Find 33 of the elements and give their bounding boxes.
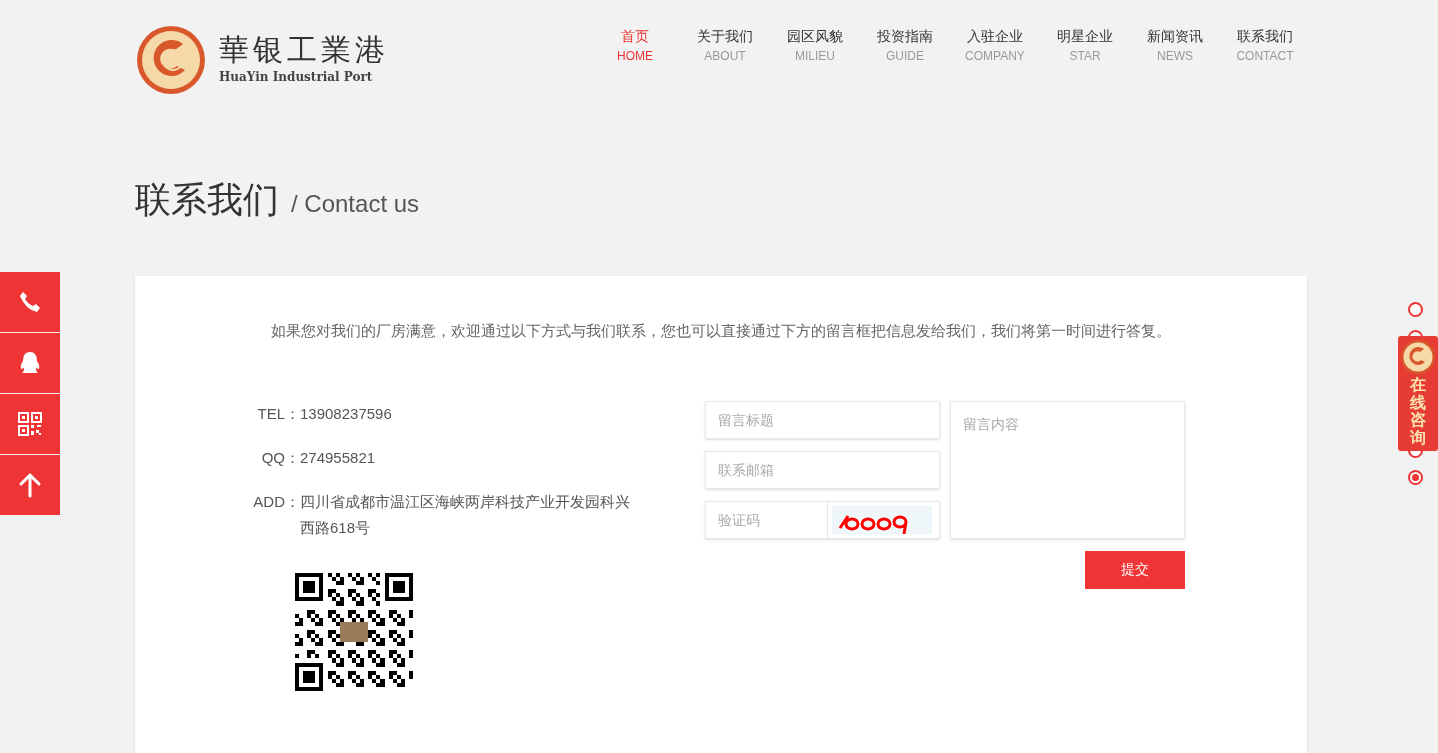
- nav-item[interactable]: 入驻企业 COMPANY: [953, 26, 1037, 66]
- qr-code-icon: [16, 410, 44, 438]
- logo-icon: [135, 24, 207, 96]
- contact-value: 四川省成都市温江区海峡两岸科技产业开发园科兴西路618号: [300, 491, 631, 538]
- side-contact-button[interactable]: [0, 272, 60, 332]
- intro-text: 如果您对我们的厂房满意，欢迎通过以下方式与我们联系，您也可以直接通过下方的留言框把信息发给我们，我们将第一时间进行答复。: [270, 321, 1172, 341]
- captcha-field[interactable]: 验证码: [705, 500, 940, 539]
- nav-item[interactable]: 关于我们 ABOUT: [683, 26, 767, 66]
- side-contact-button[interactable]: [0, 333, 60, 393]
- dragon-logo-icon: [1400, 339, 1436, 375]
- nav-item[interactable]: 新闻资讯 NEWS: [1133, 26, 1217, 66]
- nav-item[interactable]: 联系我们 CONTACT: [1223, 26, 1307, 66]
- back-to-top-button[interactable]: [0, 455, 60, 515]
- submit-button[interactable]: 提交: [1085, 550, 1185, 589]
- logo-subtitle: HuaYin Industrial Port: [219, 69, 374, 86]
- contact-value: 13908237596: [300, 403, 393, 424]
- nav-item[interactable]: 园区风貌 MILIEU: [773, 26, 857, 66]
- nav-item[interactable]: 明星企业 STAR: [1043, 26, 1127, 66]
- page-subtitle: / Contact us: [291, 192, 420, 218]
- contact-value: 274955821: [300, 447, 377, 468]
- nav-item[interactable]: 首页 HOME: [593, 26, 677, 66]
- contact-label: QQ：: [260, 447, 300, 468]
- nav-item[interactable]: 投资指南 GUIDE: [863, 26, 947, 66]
- page-title: 联系我们: [135, 182, 279, 218]
- contact-label: TEL：: [256, 403, 300, 424]
- captcha-image[interactable]: [832, 505, 932, 534]
- email-input[interactable]: 联系邮箱: [705, 450, 940, 489]
- side-contact-button[interactable]: [0, 394, 60, 454]
- contact-label: ADD：: [252, 491, 300, 512]
- consult-label: 在线咨询: [1410, 376, 1426, 447]
- title-input[interactable]: 留言标题: [705, 400, 940, 439]
- message-textarea[interactable]: 留言内容: [950, 400, 1185, 539]
- logo-title: 華银工業港: [219, 32, 389, 68]
